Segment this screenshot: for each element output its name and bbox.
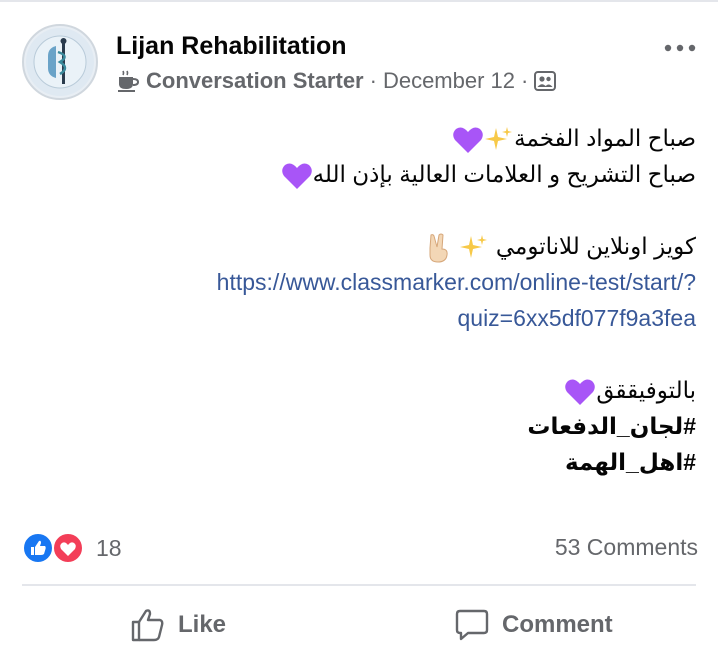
group-icon [534, 71, 557, 91]
post-line-3-text: كويز اونلاين للاناتومي [495, 233, 696, 259]
meta-separator-2: · [521, 68, 529, 93]
comment-bubble-icon [455, 609, 489, 641]
reactions-summary[interactable]: 18 [22, 532, 122, 564]
post-stats: 18 53 Comments [22, 528, 698, 568]
badge-label[interactable]: Conversation Starter [146, 68, 364, 94]
top-divider [0, 0, 718, 2]
sparkles-icon [460, 234, 488, 258]
quiz-link-line-2[interactable]: quiz=6xx5df077f9a3fea [20, 300, 696, 336]
more-options-button[interactable] [662, 36, 698, 60]
post-line-4: بالتوفيققق [20, 372, 696, 408]
post-date[interactable]: December 12 [383, 68, 515, 94]
like-label: Like [178, 611, 227, 638]
post-line-4-text: بالتوفيققق [596, 377, 696, 403]
more-horizontal-icon [664, 44, 696, 52]
page-name[interactable]: Lijan Rehabilitation [116, 32, 347, 61]
actions-divider [22, 584, 696, 586]
logo-icon [26, 28, 94, 96]
post-spacer [20, 192, 696, 228]
comments-count[interactable]: 53 Comments [555, 534, 698, 561]
reaction-icons [22, 532, 84, 564]
comment-button[interactable]: Comment [454, 600, 613, 650]
page-avatar[interactable] [22, 24, 98, 100]
quiz-link-line-1[interactable]: https://www.classmarker.com/online-test/… [20, 264, 696, 300]
hashtag-2[interactable]: #اهل_الهمة [20, 444, 696, 480]
post-spacer [20, 336, 696, 372]
post-header: Lijan Rehabilitation Conversation Starte… [22, 24, 698, 102]
post-line-1-text: صباح المواد الفخمة [514, 125, 696, 151]
thumbs-up-icon [131, 609, 164, 642]
post-line-1: صباح المواد الفخمة [20, 120, 696, 156]
comment-label: Comment [502, 611, 613, 638]
post-line-3: كويز اونلاين للاناتومي [20, 228, 696, 264]
post-body: صباح المواد الفخمة صباح التشريح و العلام… [20, 120, 696, 480]
hashtag-1[interactable]: #لجان_الدفعات [20, 408, 696, 444]
purple-heart-icon [565, 379, 596, 405]
purple-heart-icon [281, 163, 312, 189]
sparkles-icon [485, 126, 513, 150]
like-button[interactable]: Like [130, 600, 226, 650]
purple-heart-icon [453, 127, 483, 153]
victory-hand-icon [429, 233, 448, 263]
post-meta: Conversation Starter · December 12 · [116, 68, 557, 94]
coffee-cup-icon [118, 70, 140, 92]
post-line-2: صباح التشريح و العلامات العالية بإذن الل… [20, 156, 696, 192]
reaction-count: 18 [96, 534, 122, 561]
meta-separator-1: · [369, 68, 377, 93]
post-line-2-text: صباح التشريح و العلامات العالية بإذن الل… [312, 161, 696, 187]
post-actions: Like Comment [22, 600, 698, 650]
